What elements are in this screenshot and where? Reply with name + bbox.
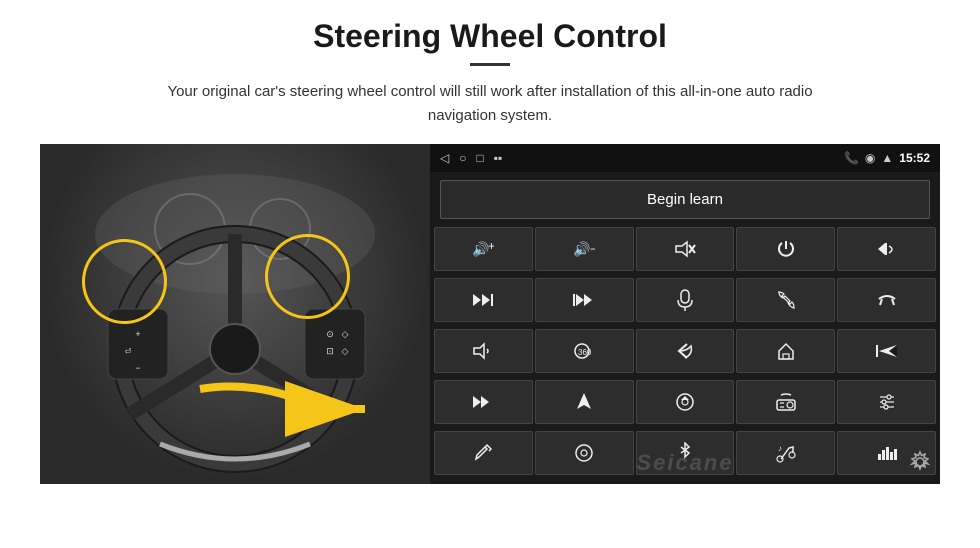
svg-text:−: −	[135, 363, 140, 373]
begin-learn-button[interactable]: Begin learn	[440, 180, 930, 219]
svg-text:+: +	[135, 329, 140, 339]
vol-up-button[interactable]: 🔊+	[434, 227, 533, 271]
360-view-button[interactable]: 360 °	[535, 329, 634, 373]
back-icon: ◁	[440, 151, 449, 165]
wifi-icon: ▲	[881, 151, 893, 165]
page-subtitle: Your original car's steering wheel contr…	[140, 80, 840, 128]
skip-prev-button[interactable]	[837, 329, 936, 373]
watermark: Seicane	[636, 450, 733, 476]
android-panel: ◁ ○ □ ▪▪ 📞 ◉ ▲ 15:52 Begin learn	[430, 144, 940, 484]
signal-icon: ▪▪	[494, 151, 503, 165]
status-time: 15:52	[899, 151, 930, 165]
call-button[interactable]	[736, 278, 835, 322]
home-circle-icon: ○	[459, 151, 466, 165]
svg-text:⏎: ⏎	[125, 347, 132, 356]
page-title: Steering Wheel Control	[313, 18, 667, 55]
phone-prev-button[interactable]	[837, 227, 936, 271]
status-right: 📞 ◉ ▲ 15:52	[844, 151, 930, 165]
power-button[interactable]	[736, 227, 835, 271]
svg-text:♪: ♪	[778, 444, 782, 453]
svg-text:⊙: ⊙	[326, 329, 334, 339]
page-container: Steering Wheel Control Your original car…	[0, 0, 980, 548]
mute-button[interactable]	[636, 227, 735, 271]
next-track-button[interactable]	[434, 278, 533, 322]
svg-text:⊡: ⊡	[326, 346, 334, 356]
svg-text:🔊: 🔊	[472, 240, 489, 258]
mic-button[interactable]	[636, 278, 735, 322]
ff-skip-button[interactable]	[535, 278, 634, 322]
svg-text:360: 360	[578, 348, 592, 357]
navigation-button[interactable]	[535, 380, 634, 424]
highlight-circle-right	[265, 234, 350, 319]
svg-text:🔊: 🔊	[573, 240, 590, 258]
status-left: ◁ ○ □ ▪▪	[440, 151, 502, 165]
speaker-button[interactable]	[434, 329, 533, 373]
edit-button[interactable]	[434, 431, 533, 475]
image-panel: + ⏎ − ⊙ ◇ ⊡ ◇	[40, 144, 430, 484]
recents-icon: □	[476, 151, 483, 165]
settings-knob-button[interactable]	[535, 431, 634, 475]
arrow-svg	[180, 369, 380, 449]
radio-button[interactable]	[736, 380, 835, 424]
music-button[interactable]: ♪	[736, 431, 835, 475]
steering-wheel-bg: + ⏎ − ⊙ ◇ ⊡ ◇	[40, 144, 430, 484]
content-row: + ⏎ − ⊙ ◇ ⊡ ◇	[40, 144, 940, 484]
next-chapter-button[interactable]	[434, 380, 533, 424]
svg-text:+: +	[488, 240, 494, 253]
title-divider	[470, 63, 510, 66]
home-button[interactable]	[736, 329, 835, 373]
eq-button[interactable]	[837, 380, 936, 424]
svg-text:−: −	[590, 242, 595, 256]
eject-button[interactable]	[636, 380, 735, 424]
status-bar: ◁ ○ □ ▪▪ 📞 ◉ ▲ 15:52	[430, 144, 940, 172]
svg-text:◇: ◇	[342, 329, 349, 339]
end-call-button[interactable]	[837, 278, 936, 322]
location-icon: ◉	[865, 151, 875, 165]
gear-icon[interactable]	[908, 450, 932, 480]
svg-text:◇: ◇	[342, 346, 349, 356]
phone-icon: 📞	[844, 151, 859, 165]
controls-grid: 🔊+ 🔊−	[430, 227, 940, 484]
vol-down-button[interactable]: 🔊−	[535, 227, 634, 271]
begin-learn-row: Begin learn	[430, 172, 940, 227]
back-nav-button[interactable]	[636, 329, 735, 373]
highlight-circle-left	[82, 239, 167, 324]
